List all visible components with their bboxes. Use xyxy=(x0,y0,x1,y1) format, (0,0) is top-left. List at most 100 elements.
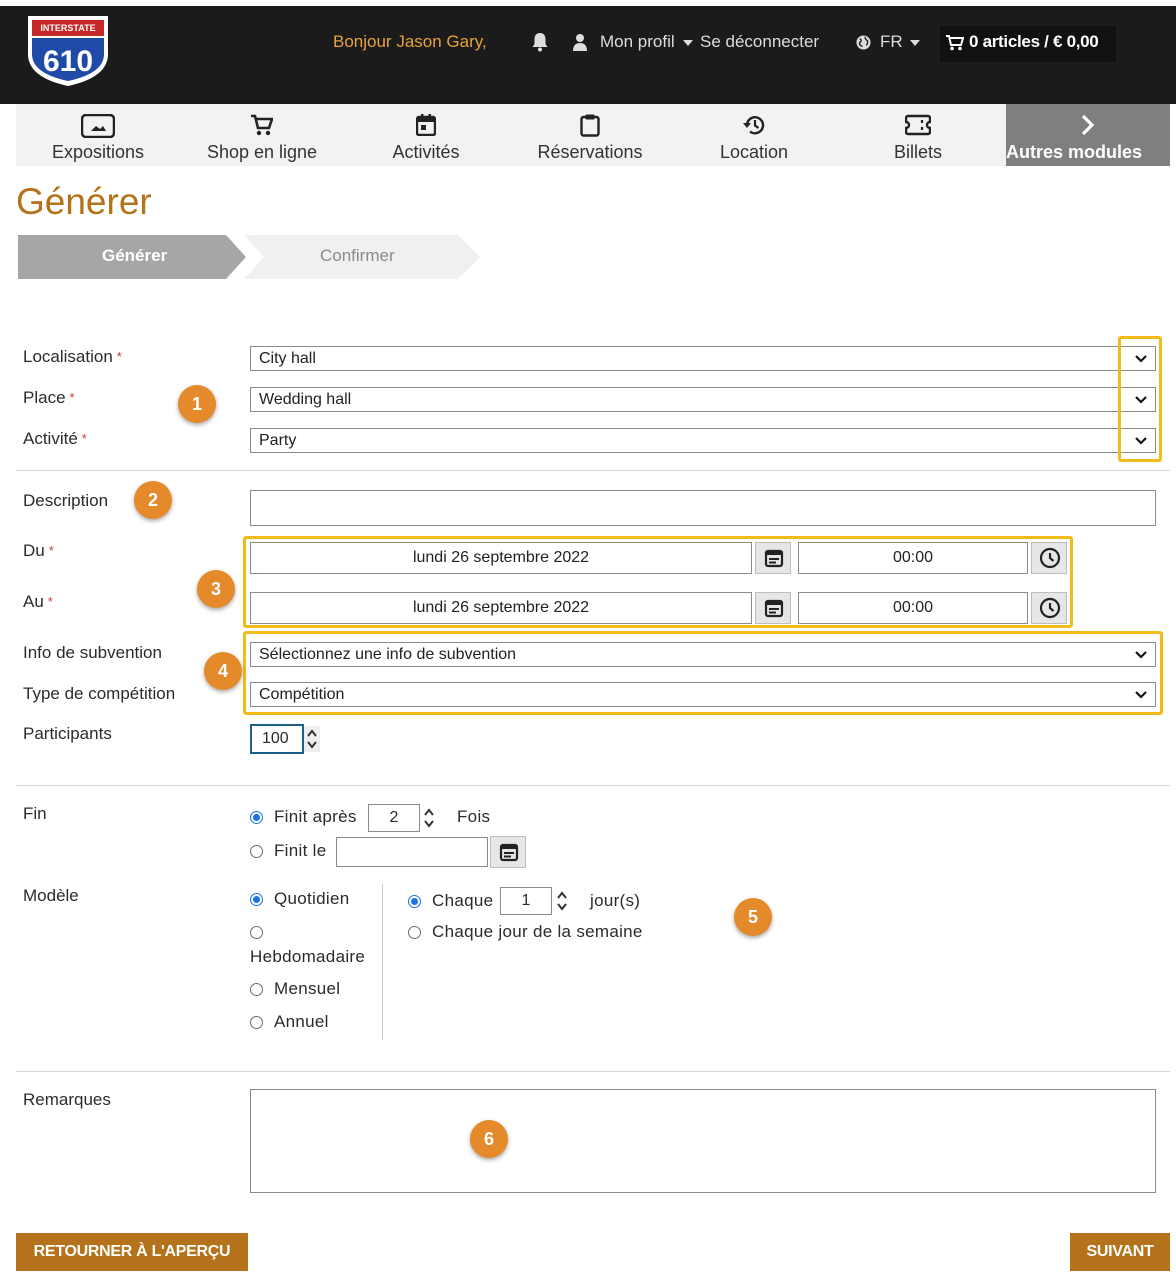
logo-number: 610 xyxy=(43,45,93,78)
calendar-icon xyxy=(499,843,519,862)
language-selector[interactable]: FR xyxy=(880,31,903,53)
nav-label: Location xyxy=(719,142,789,162)
subvention-select[interactable]: Sélectionnez une info de subvention xyxy=(250,642,1156,667)
nav-item-shop[interactable]: Shop en ligne xyxy=(180,104,344,166)
step-label-confirm: Confirmer xyxy=(320,246,395,265)
logout-link[interactable]: Se déconnecter xyxy=(700,31,819,53)
nav-more-modules[interactable]: Autres modules xyxy=(1006,104,1170,166)
greeting-text: Bonjour Jason Gary, xyxy=(333,32,487,51)
nav-item-billets[interactable]: Billets xyxy=(836,104,1000,166)
logo-top-text: INTERSTATE xyxy=(40,23,95,33)
du-time-input[interactable]: 00:00 xyxy=(798,542,1028,574)
pattern-radio-annuel[interactable] xyxy=(250,1016,263,1029)
participants-label: Participants xyxy=(23,724,112,743)
competition-label: Type de compétition xyxy=(23,684,176,703)
au-calendar-button[interactable] xyxy=(755,592,791,624)
clock-icon xyxy=(1039,597,1061,619)
au-time-input[interactable]: 00:00 xyxy=(798,592,1028,624)
nav-label: Shop en ligne xyxy=(206,142,318,162)
annotation-badge-3: 3 xyxy=(197,570,235,608)
back-to-overview-button[interactable]: RETOURNER À L'APERÇU xyxy=(16,1233,248,1271)
chevron-down-icon xyxy=(1135,355,1147,363)
nav-label: Billets xyxy=(893,142,942,162)
annotation-badge-2: 2 xyxy=(134,481,172,519)
select-value: Compétition xyxy=(259,686,345,703)
localisation-select[interactable]: City hall xyxy=(250,346,1156,371)
au-label: Au * xyxy=(23,592,53,611)
calendar-icon xyxy=(416,114,436,136)
step-indicator xyxy=(18,235,480,279)
chaque-radio[interactable] xyxy=(408,895,421,908)
spinner-icon[interactable] xyxy=(554,888,570,914)
activite-label: Activité * xyxy=(23,429,87,448)
pattern-radio-quotidien[interactable] xyxy=(250,893,263,906)
calendar-icon xyxy=(764,549,784,568)
globe-icon[interactable] xyxy=(856,35,871,50)
section-divider xyxy=(16,1071,1170,1072)
spinner-icon[interactable] xyxy=(304,726,320,752)
chevron-down-icon xyxy=(1135,651,1147,659)
profile-menu-link[interactable]: Mon profil xyxy=(600,31,675,53)
nav-item-expositions[interactable]: Expositions xyxy=(16,104,180,166)
du-calendar-button[interactable] xyxy=(755,542,791,574)
select-value: Party xyxy=(259,432,297,449)
select-value: Sélectionnez une info de subvention xyxy=(259,646,517,663)
pattern-label-hebdomadaire: Hebdomadaire xyxy=(250,947,366,966)
remarques-textarea[interactable] xyxy=(250,1089,1156,1193)
finit-le-radio[interactable] xyxy=(250,845,263,858)
fin-label: Fin xyxy=(23,804,47,823)
remarques-label: Remarques xyxy=(23,1090,111,1109)
annotation-badge-4: 4 xyxy=(204,652,242,690)
user-icon[interactable] xyxy=(572,33,588,51)
next-button[interactable]: SUIVANT xyxy=(1070,1233,1170,1271)
au-date-input[interactable]: lundi 26 septembre 2022 xyxy=(250,592,752,624)
chaque-input[interactable]: 1 xyxy=(500,887,552,915)
annotation-badge-5: 5 xyxy=(734,898,772,936)
chevron-down-icon xyxy=(1135,437,1147,445)
image-icon xyxy=(81,114,115,138)
step-label-generate: Générer xyxy=(102,246,168,265)
chaque-jour-semaine-radio[interactable] xyxy=(408,926,421,939)
header-top-strip xyxy=(0,0,1176,6)
au-clock-button[interactable] xyxy=(1031,592,1067,624)
competition-select[interactable]: Compétition xyxy=(250,682,1156,707)
ticket-icon xyxy=(905,114,931,136)
pattern-radio-hebdomadaire[interactable] xyxy=(250,926,263,939)
pattern-label-mensuel: Mensuel xyxy=(274,979,341,998)
nav-label: Activités xyxy=(392,142,460,162)
finit-le-calendar-button[interactable] xyxy=(490,836,526,868)
place-label: Place * xyxy=(23,388,75,407)
du-date-input[interactable]: lundi 26 septembre 2022 xyxy=(250,542,752,574)
select-value: City hall xyxy=(259,350,316,367)
annotation-badge-6: 6 xyxy=(470,1120,508,1158)
nav-item-reservations[interactable]: Réservations xyxy=(508,104,672,166)
place-select[interactable]: Wedding hall xyxy=(250,387,1156,412)
finit-le-date-input[interactable] xyxy=(336,837,488,867)
nav-label: Réservations xyxy=(537,142,643,162)
nav-label: Expositions xyxy=(51,142,145,162)
finit-le-label: Finit le xyxy=(274,841,327,860)
logo[interactable]: INTERSTATE 610 xyxy=(24,14,112,88)
spinner-icon[interactable] xyxy=(421,805,437,831)
nav-item-location[interactable]: Location xyxy=(672,104,836,166)
participants-input[interactable]: 100 xyxy=(250,724,304,754)
du-clock-button[interactable] xyxy=(1031,542,1067,574)
chevron-down-icon xyxy=(1135,691,1147,699)
page-title: Générer xyxy=(16,181,152,222)
bell-icon[interactable] xyxy=(531,32,549,52)
finit-apres-radio[interactable] xyxy=(250,811,263,824)
section-divider xyxy=(16,470,1170,471)
annotation-badge-1: 1 xyxy=(178,385,216,423)
cart-icon[interactable] xyxy=(946,35,964,51)
history-icon xyxy=(743,116,765,135)
description-input[interactable] xyxy=(250,490,1156,526)
nav-item-activites[interactable]: Activités xyxy=(344,104,508,166)
nav-label: Autres modules xyxy=(1006,142,1143,162)
caret-down-icon[interactable] xyxy=(910,40,920,46)
localisation-label: Localisation * xyxy=(23,347,122,366)
pattern-radio-mensuel[interactable] xyxy=(250,983,263,996)
activite-select[interactable]: Party xyxy=(250,428,1156,453)
finit-apres-input[interactable]: 2 xyxy=(368,804,420,832)
caret-down-icon[interactable] xyxy=(683,40,693,46)
cart-label[interactable]: 0 articles / € 0,00 xyxy=(969,31,1099,53)
